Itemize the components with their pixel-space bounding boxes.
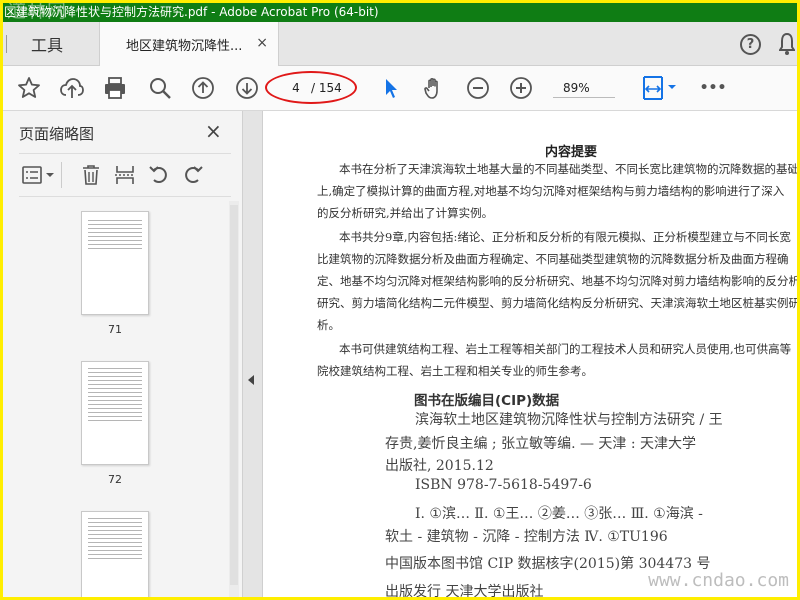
window-title: 区建筑物沉降性状与控制方法研究.pdf - Adobe Acrobat Pro …	[4, 5, 379, 19]
print-icon[interactable]	[101, 74, 129, 102]
paragraph-line: 本书共分9章,内容包括:绪论、正分析和反分析的有限元模拟、正分析模型建立与不同长…	[339, 230, 791, 244]
document-view[interactable]: 内容提要 本书在分析了天津滨海软土地基大量的不同基础类型、不同长宽比建筑物的沉降…	[263, 111, 797, 597]
cip-line: Ⅰ. ①滨… Ⅱ. ①王… ②姜… ③张… Ⅲ. ①海滨 -	[415, 506, 703, 522]
paragraph-line: 的反分析研究,并给出了计算实例。	[317, 206, 494, 220]
select-cursor-icon[interactable]	[377, 74, 405, 102]
extract-pages-icon[interactable]	[113, 164, 137, 186]
thumbnail-label: 72	[108, 473, 122, 486]
zoom-level-select[interactable]: 89%	[553, 78, 615, 98]
paragraph-line: 定、地基不均匀沉降对框架结构影响的反分析研究、地基不均匀沉降对剪力墙结构影响的反…	[317, 274, 797, 288]
panel-splitter[interactable]	[243, 111, 263, 597]
paragraph-line: 本书在分析了天津滨海软土地基大量的不同基础类型、不同长宽比建筑物的沉降数据的基础	[339, 162, 797, 176]
upload-cloud-icon[interactable]	[58, 74, 86, 102]
thumbnails-list: 71 72	[3, 201, 229, 597]
thumbnail-label: 71	[108, 323, 122, 336]
annotation-highlight-oval	[265, 71, 357, 104]
panel-close-icon[interactable]: ×	[205, 119, 222, 143]
paragraph-line: 研究、剪力墙简化结构二元件模型、剪力墙简化结构反分析研究、天津滨海软土地区桩基实…	[317, 296, 797, 310]
previous-page-icon[interactable]	[189, 74, 217, 102]
thumbnails-scrollbar[interactable]	[229, 201, 239, 597]
cip-line: ISBN 978-7-5618-5497-6	[415, 477, 592, 493]
cip-line: 存贵,姜忻良主编 ; 张立敏等编. — 天津 : 天津大学	[385, 436, 697, 452]
cip-heading: 图书在版编目(CIP)数据	[414, 393, 560, 409]
notification-bell-icon[interactable]	[778, 32, 796, 60]
zoom-in-icon[interactable]	[507, 74, 535, 102]
zoom-search-icon[interactable]	[146, 74, 174, 102]
next-page-icon[interactable]	[233, 74, 261, 102]
cip-line: 软土 - 建筑物 - 沉降 - 控制方法 Ⅳ. ①TU196	[385, 529, 668, 545]
window-title-bar: 区建筑物沉降性状与控制方法研究.pdf - Adobe Acrobat Pro …	[3, 3, 797, 22]
paragraph-line: 析。	[317, 318, 340, 332]
app-window: 区建筑物沉降性状与控制方法研究.pdf - Adobe Acrobat Pro …	[3, 3, 797, 597]
tab-tools-label: 工具	[31, 36, 64, 55]
rotate-right-icon[interactable]	[181, 164, 205, 186]
page-thumbnail[interactable]	[81, 511, 149, 597]
paragraph-line: 本书可供建筑结构工程、岩土工程等相关部门的工程技术人员和研究人员使用,也可供高等	[339, 342, 792, 356]
more-tools-icon[interactable]: •••	[695, 74, 731, 102]
panel-title: 页面缩略图	[19, 125, 95, 143]
paragraph-line: 上,确定了模拟计算的曲面方程,对地基不均匀沉降对框架结构与剪力墙结构的影响进行了…	[317, 184, 785, 198]
paragraph-line: 院校建筑结构工程、岩土工程和相关专业的师生参考。	[317, 364, 593, 378]
delete-trash-icon[interactable]	[79, 164, 103, 186]
page-thumbnail[interactable]	[81, 211, 149, 315]
document-page: 内容提要 本书在分析了天津滨海软土地基大量的不同基础类型、不同长宽比建筑物的沉降…	[267, 111, 797, 597]
hand-tool-icon[interactable]	[420, 74, 448, 102]
rotate-left-icon[interactable]	[147, 164, 171, 186]
page-thumbnail[interactable]	[81, 361, 149, 465]
tab-bar: 工具 地区建筑物沉降性... × ?	[3, 22, 797, 67]
scrollbar-thumb[interactable]	[230, 205, 238, 585]
paragraph-line: 比建筑物的沉降数据分析及曲面方程确定、不同基础类型建筑物的沉降数据分析及曲面方程…	[317, 252, 789, 266]
options-menu-icon[interactable]	[21, 164, 57, 186]
site-watermark-url: www.cndao.com	[648, 570, 789, 591]
cip-line: 滨海软土地区建筑物沉降性状与控制方法研究 / 王	[415, 412, 723, 428]
page-thumbnails-panel: 页面缩略图 × 71 72	[3, 111, 243, 597]
cip-line: 出版发行 天津大学出版社	[385, 584, 544, 597]
tab-tools[interactable]: 工具	[3, 22, 97, 66]
help-icon[interactable]: ?	[740, 34, 761, 55]
zoom-out-icon[interactable]	[464, 74, 492, 102]
tab-home-edge	[3, 35, 7, 53]
tab-close-icon[interactable]: ×	[256, 35, 268, 51]
tab-document-label: 地区建筑物沉降性...	[126, 39, 243, 54]
toolbar: 4 / 154 89% •••	[3, 66, 797, 111]
panel-toolbar	[19, 153, 231, 197]
fit-page-icon[interactable]	[639, 74, 679, 102]
panel-toolbar-divider	[61, 162, 62, 188]
bookmark-star-icon[interactable]	[15, 74, 43, 102]
page-heading: 内容提要	[545, 145, 598, 160]
tab-document[interactable]: 地区建筑物沉降性... ×	[99, 22, 279, 67]
cip-line: 出版社, 2015.12	[385, 458, 494, 474]
collapse-arrow-icon[interactable]	[248, 375, 254, 385]
